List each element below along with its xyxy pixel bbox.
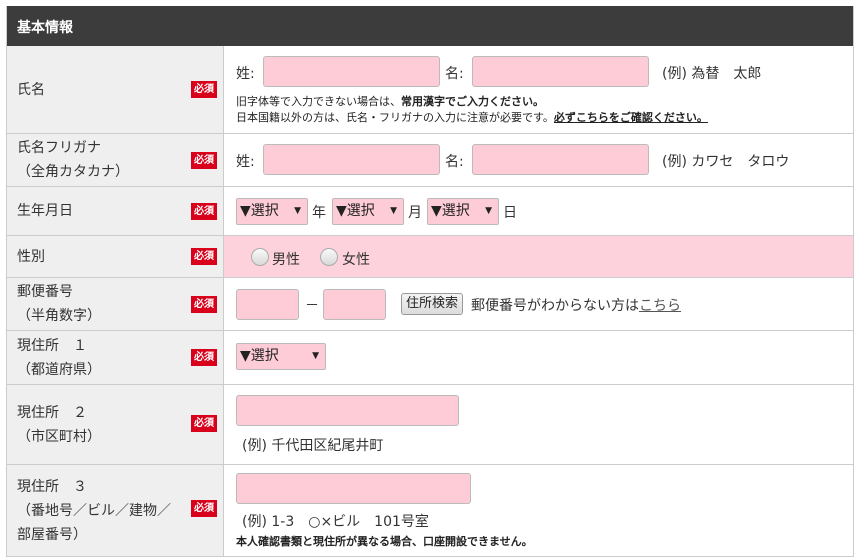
row-gender: 性別 必須 男性 女性 (7, 236, 853, 278)
street-example: (例) 1-3 ○×ビル 101号室 (242, 514, 429, 530)
name-note-link[interactable]: 必ずこちらをご確認ください。 (554, 111, 708, 124)
required-badge: 必須 (191, 81, 217, 98)
street-input[interactable] (236, 473, 471, 504)
month-unit: 月 (408, 205, 422, 221)
zip-dash: － (305, 298, 319, 314)
required-badge: 必須 (191, 415, 217, 432)
city-example: (例) 千代田区紀尾井町 (242, 438, 384, 454)
row-street: 現住所 ３ （番地号／ビル／建物／ 部屋番号） 必須 (例) 1-3 ○×ビル … (7, 465, 853, 557)
field-label: 現住所 ３ (17, 478, 87, 495)
last-kana-input[interactable] (263, 144, 440, 175)
label-text-group: 現住所 １ （都道府県） (17, 334, 101, 382)
birth-day-select[interactable]: ▼選択 ▼ (427, 198, 499, 225)
field-cell: 男性 女性 (224, 236, 853, 277)
birth-month-select[interactable]: ▼選択 ▼ (332, 198, 404, 225)
first-name-input[interactable] (472, 56, 649, 87)
name-example: (例) 為替 太郎 (662, 66, 762, 82)
name-note-1: 旧字体等で入力できない場合は、常用漢字でご入力ください。 (236, 95, 544, 108)
zip-help: 郵便番号がわからない方はこちら (471, 298, 681, 314)
required-badge: 必須 (191, 203, 217, 220)
zip-first-input[interactable] (236, 289, 299, 320)
label-cell: 性別 必須 (7, 236, 224, 277)
gender-male-radio[interactable] (251, 248, 269, 266)
required-badge: 必須 (191, 349, 217, 366)
address-search-button[interactable]: 住所検索 (401, 293, 464, 315)
last-name-input[interactable] (263, 56, 440, 87)
year-unit: 年 (312, 205, 326, 221)
field-label: 生年月日 (17, 203, 73, 219)
required-badge: 必須 (191, 152, 217, 169)
field-sublabel: （市区町村） (17, 428, 101, 445)
field-label: 氏名 (17, 81, 45, 98)
field-cell: － 住所検索 郵便番号がわからない方はこちら (224, 278, 853, 330)
zip-help-link[interactable]: こちら (639, 298, 681, 314)
label-text-group: 氏名フリガナ （全角カタカナ） (17, 136, 129, 184)
field-sublabel: （半角数字） (17, 308, 101, 324)
required-badge: 必須 (191, 296, 217, 313)
label-cell: 生年月日 必須 (7, 187, 224, 235)
label-cell: 現住所 ３ （番地号／ビル／建物／ 部屋番号） 必須 (7, 465, 224, 556)
label-text-group: 現住所 ２ （市区町村） (17, 401, 101, 449)
row-birthdate: 生年月日 必須 ▼選択 ▼ 年 ▼選択 ▼ 月 ▼選択 ▼ 日 (7, 187, 853, 236)
section-title: 基本情報 (17, 20, 73, 36)
first-kana-input[interactable] (472, 144, 649, 175)
label-cell: 現住所 １ （都道府県） 必須 (7, 331, 224, 384)
label-cell: 郵便番号 （半角数字） 必須 (7, 278, 224, 330)
birth-year-select[interactable]: ▼選択 ▼ (236, 198, 308, 225)
row-prefecture: 現住所 １ （都道府県） 必須 ▼選択 ▼ (7, 331, 853, 385)
name-note-2: 日本国籍以外の方は、氏名・フリガナの入力に注意が必要です。必ずこちらをご確認くだ… (236, 111, 708, 124)
gender-female-radio[interactable] (320, 248, 338, 266)
gender-female-label[interactable]: 女性 (342, 249, 370, 269)
street-note: 本人確認書類と現住所が異なる場合、口座開設できません。 (236, 535, 533, 548)
field-cell: ▼選択 ▼ (224, 331, 853, 384)
field-sublabel-2: 部屋番号） (17, 526, 87, 543)
label-cell: 氏名 必須 (7, 46, 224, 133)
field-cell: ▼選択 ▼ 年 ▼選択 ▼ 月 ▼選択 ▼ 日 (224, 187, 853, 235)
row-zip: 郵便番号 （半角数字） 必須 － 住所検索 郵便番号がわからない方はこちら (7, 278, 853, 331)
field-sublabel: （番地号／ビル／建物／ (17, 502, 171, 519)
row-kana: 氏名フリガナ （全角カタカナ） 必須 姓: 名: (例) カワセ タロウ (7, 134, 853, 187)
field-cell: (例) 千代田区紀尾井町 (224, 385, 853, 464)
zip-second-input[interactable] (323, 289, 386, 320)
field-cell: 姓: 名: (例) カワセ タロウ (224, 134, 853, 186)
city-input[interactable] (236, 395, 459, 426)
last-name-label: 姓: (236, 66, 255, 82)
field-cell: (例) 1-3 ○×ビル 101号室 本人確認書類と現住所が異なる場合、口座開設… (224, 465, 853, 556)
required-badge: 必須 (191, 500, 217, 517)
label-cell: 現住所 ２ （市区町村） 必須 (7, 385, 224, 464)
day-unit: 日 (503, 205, 517, 221)
required-badge: 必須 (191, 248, 217, 265)
field-label: 現住所 ２ (17, 404, 87, 421)
section-header: 基本情報 (7, 6, 853, 46)
field-sublabel: （都道府県） (17, 361, 101, 378)
field-label: 性別 (17, 248, 45, 265)
label-text-group: 現住所 ３ （番地号／ビル／建物／ 部屋番号） (17, 475, 171, 547)
field-label: 郵便番号 (17, 284, 73, 300)
field-label: 氏名フリガナ (17, 140, 101, 156)
field-label: 現住所 １ (17, 337, 87, 354)
field-cell: 姓: 名: (例) 為替 太郎 旧字体等で入力できない場合は、常用漢字でご入力く… (224, 46, 853, 133)
field-sublabel: （全角カタカナ） (17, 164, 129, 180)
gender-male-label[interactable]: 男性 (272, 249, 300, 269)
label-cell: 氏名フリガナ （全角カタカナ） 必須 (7, 134, 224, 186)
first-kana-label: 名: (445, 154, 464, 170)
kana-example: (例) カワセ タロウ (662, 154, 790, 170)
row-city: 現住所 ２ （市区町村） 必須 (例) 千代田区紀尾井町 (7, 385, 853, 465)
prefecture-select[interactable]: ▼選択 ▼ (236, 343, 326, 370)
label-text-group: 郵便番号 （半角数字） (17, 280, 101, 328)
basic-info-form: 基本情報 氏名 必須 姓: 名: (例) 為替 太郎 旧字体等で入力できない場合… (6, 6, 854, 557)
first-name-label: 名: (445, 66, 464, 82)
row-name: 氏名 必須 姓: 名: (例) 為替 太郎 旧字体等で入力できない場合は、常用漢… (7, 46, 853, 134)
last-kana-label: 姓: (236, 154, 255, 170)
